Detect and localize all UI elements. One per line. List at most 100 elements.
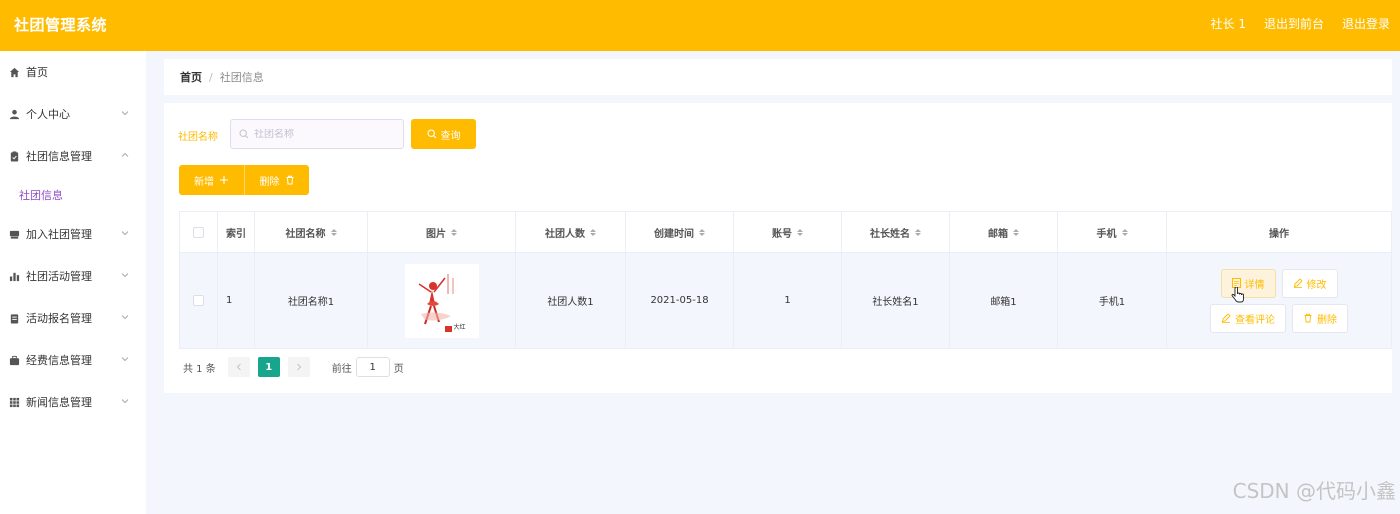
sidebar-subitem-club-info[interactable]: 社团信息	[0, 177, 146, 213]
folder-icon	[8, 228, 20, 240]
sidebar-item-join-club-management[interactable]: 加入社团管理	[0, 213, 146, 255]
column-header-sortable[interactable]: 社团人数	[516, 212, 626, 252]
row-club-name: 社团名称1	[255, 253, 368, 348]
query-button-label: 查询	[440, 130, 461, 142]
column-header-sortable[interactable]: 账号	[734, 212, 842, 252]
row-phone: 手机1	[1058, 253, 1167, 348]
sidebar-item-activity-signup-management[interactable]: 活动报名管理	[0, 297, 146, 339]
sidebar-item-news-management[interactable]: 新闻信息管理	[0, 381, 146, 423]
search-input[interactable]	[254, 128, 394, 140]
table-row: 1 社团名称1 大红 社团人数1 2021-05-18 1 社长姓名1 邮箱1 …	[180, 253, 1391, 348]
select-all-cell	[180, 212, 218, 252]
data-table: 索引 社团名称 图片 社团人数 创建时间 账号 社长姓名 邮箱 手机 操作 1 …	[179, 211, 1392, 349]
briefcase-icon	[8, 354, 20, 366]
header-links: 社长 1 退出到前台 退出登录	[1211, 15, 1390, 32]
sort-icon	[330, 228, 337, 236]
sidebar-item-home[interactable]: 首页	[0, 51, 146, 93]
plus-icon	[220, 176, 228, 184]
grid-icon	[8, 396, 20, 408]
list-icon	[8, 312, 20, 324]
table-header: 索引 社团名称 图片 社团人数 创建时间 账号 社长姓名 邮箱 手机 操作	[180, 212, 1391, 253]
sidebar: 首页 个人中心 社团信息管理 社团信息 加入社团管理 社团活动管理 活动报名管理…	[0, 51, 146, 514]
search-label: 社团名称	[178, 132, 218, 143]
club-image[interactable]: 大红	[404, 263, 479, 338]
row-image-cell: 大红	[368, 253, 516, 348]
sidebar-item-label: 新闻信息管理	[26, 396, 92, 409]
row-index: 1	[218, 253, 255, 348]
edit-icon	[1221, 313, 1231, 323]
watermark: CSDN @代码小鑫	[1232, 479, 1396, 503]
view-comments-button[interactable]: 查看评论	[1210, 303, 1286, 333]
chevron-up-icon	[121, 152, 129, 157]
sort-icon	[1121, 228, 1128, 236]
column-header: 索引	[218, 212, 255, 252]
clipboard-icon	[8, 150, 20, 162]
search-icon	[239, 129, 249, 139]
sort-icon	[915, 228, 921, 236]
row-account: 1	[734, 253, 842, 348]
column-header-sortable[interactable]: 创建时间	[626, 212, 734, 252]
sidebar-item-label: 个人中心	[26, 108, 70, 121]
batch-delete-button[interactable]: 删除	[244, 165, 309, 195]
front-site-link[interactable]: 退出到前台	[1264, 15, 1324, 32]
select-all-checkbox[interactable]	[193, 226, 204, 238]
sidebar-item-label: 社团活动管理	[26, 270, 92, 283]
sort-icon	[797, 228, 803, 236]
search-icon	[426, 129, 436, 139]
prev-page-button[interactable]	[227, 357, 250, 377]
row-checkbox[interactable]	[193, 295, 204, 306]
chevron-down-icon	[121, 111, 129, 116]
next-page-button[interactable]	[287, 357, 310, 377]
sidebar-item-club-info-management[interactable]: 社团信息管理	[0, 135, 146, 177]
row-delete-button[interactable]: 删除	[1292, 303, 1348, 333]
hand-cursor-icon	[1231, 287, 1244, 303]
chevron-down-icon	[121, 315, 129, 320]
column-header-sortable[interactable]: 社团名称	[255, 212, 368, 252]
row-email: 邮箱1	[950, 253, 1058, 348]
column-header: 操作	[1269, 228, 1289, 240]
row-actions-cell: 详情 修改 查看评论 删除	[1167, 253, 1391, 348]
trash-icon	[1304, 313, 1312, 323]
breadcrumb-current: 社团信息	[219, 71, 264, 84]
chevron-left-icon	[236, 363, 241, 371]
search-field[interactable]	[230, 119, 404, 149]
home-icon	[8, 66, 20, 78]
edit-button[interactable]: 修改	[1281, 268, 1338, 298]
goto-page-input[interactable]	[355, 357, 390, 377]
sort-icon	[451, 228, 457, 236]
sort-icon	[590, 228, 596, 236]
sidebar-item-label: 经费信息管理	[26, 354, 92, 367]
column-header-sortable[interactable]: 邮箱	[950, 212, 1058, 252]
breadcrumb-separator: /	[209, 70, 213, 84]
page-number-button[interactable]: 1	[257, 357, 280, 377]
sidebar-item-label: 首页	[26, 66, 48, 79]
row-actions-bottom: 查看评论 删除	[1210, 303, 1348, 333]
app-title: 社团管理系统	[14, 16, 108, 34]
sort-icon	[1013, 228, 1019, 236]
chevron-down-icon	[121, 399, 129, 404]
chevron-right-icon	[296, 363, 301, 371]
dancer-image	[404, 263, 479, 338]
sidebar-item-label: 活动报名管理	[26, 312, 92, 325]
top-header: 社团管理系统 社长 1 退出到前台 退出登录	[0, 0, 1400, 51]
logout-link[interactable]: 退出登录	[1342, 15, 1390, 32]
current-user-link[interactable]: 社长 1	[1211, 15, 1246, 32]
column-header-sortable[interactable]: 手机	[1058, 212, 1167, 252]
column-header-sortable[interactable]: 图片	[368, 212, 516, 252]
add-button-label: 新增	[194, 176, 214, 188]
edit-icon	[1293, 278, 1303, 288]
chevron-down-icon	[121, 357, 129, 362]
detail-button[interactable]: 详情	[1220, 268, 1276, 298]
breadcrumb-home-link[interactable]: 首页	[180, 69, 202, 85]
sidebar-item-personal-center[interactable]: 个人中心	[0, 93, 146, 135]
row-member-count: 社团人数1	[516, 253, 626, 348]
row-select-cell	[180, 253, 218, 348]
trash-icon	[286, 175, 293, 185]
query-button[interactable]: 查询	[411, 119, 476, 149]
batch-delete-label: 删除	[259, 176, 280, 188]
sidebar-item-funding-management[interactable]: 经费信息管理	[0, 339, 146, 381]
add-button[interactable]: 新增	[179, 165, 244, 195]
column-header-sortable[interactable]: 社长姓名	[842, 212, 950, 252]
sidebar-item-club-activity-management[interactable]: 社团活动管理	[0, 255, 146, 297]
page-suffix: 页	[393, 363, 404, 375]
